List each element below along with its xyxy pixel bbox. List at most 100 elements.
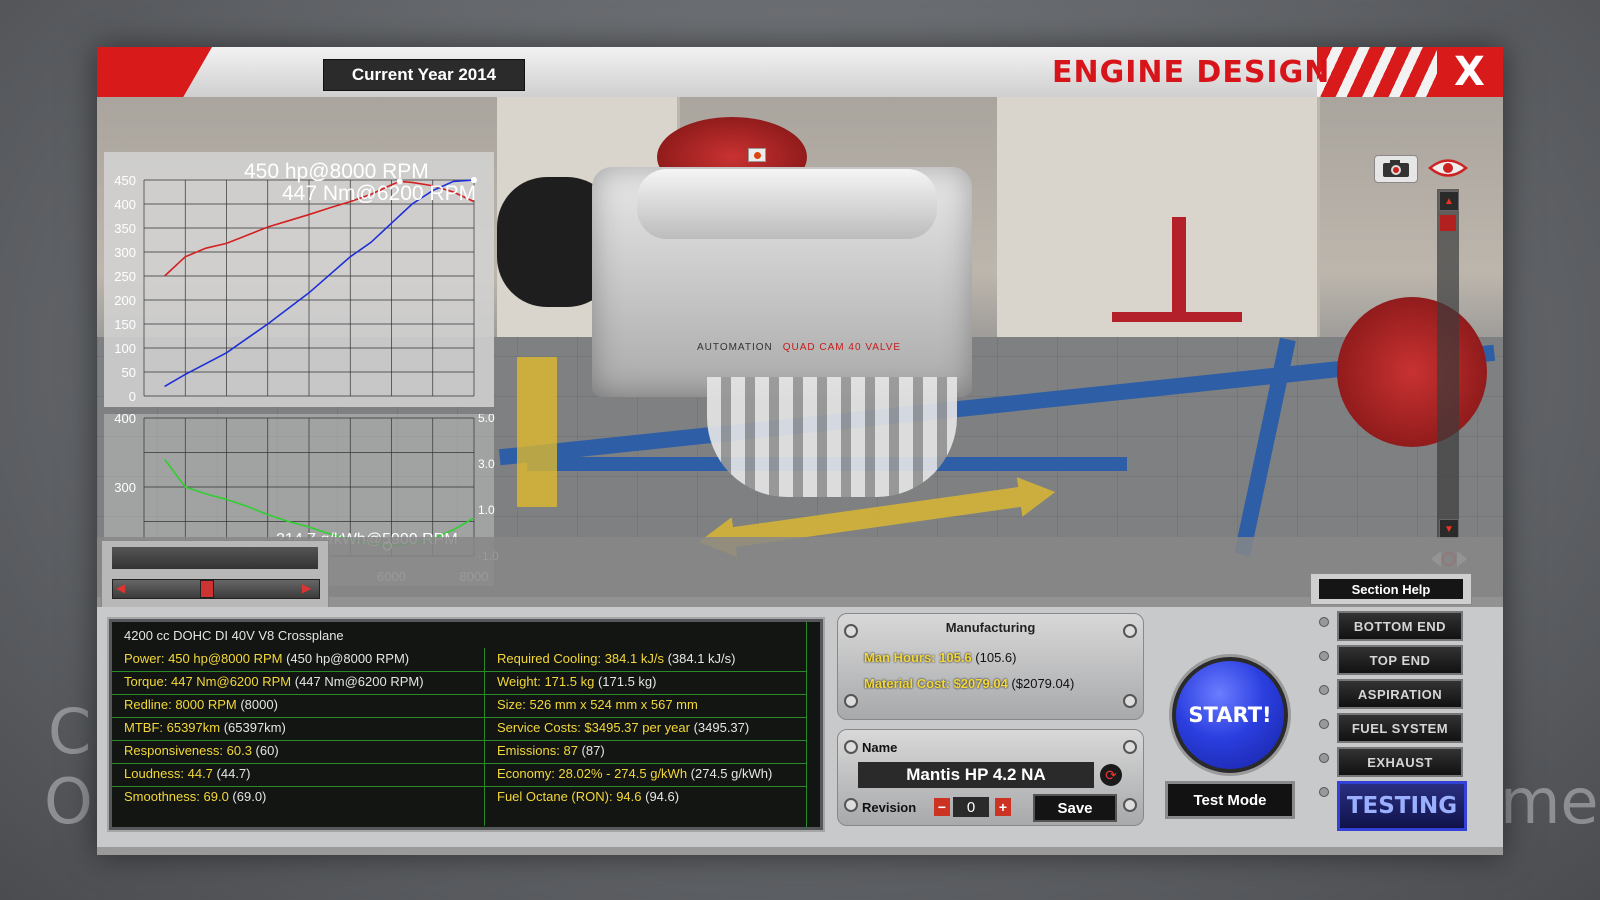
rail-dot [1319,617,1329,627]
stats-row-divider [485,671,806,672]
stat-right-5: Economy: 28.02% - 274.5 g/kWh (274.5 g/k… [497,766,772,781]
screw [844,798,858,812]
stats-row-divider [485,786,806,787]
background-text-right: me [1500,765,1599,838]
stat-value: 171.5 kg [544,674,595,689]
section-help-button[interactable]: Section Help [1319,579,1463,599]
screw [1123,624,1137,638]
stat-label: Service Costs: [497,720,585,735]
engine-cover-label-red: QUAD CAM 40 VALVE [782,342,902,353]
camera-icon-glyph [1383,160,1409,177]
nav-exhaust[interactable]: EXHAUST [1337,747,1463,777]
screw [1123,694,1137,708]
engine-cover-label: AUTOMATION QUAD CAM 40 VALVE [697,342,901,353]
zoom-in-arrow-icon[interactable]: ▲ [1439,191,1459,211]
stats-row-divider [112,717,484,718]
y-tick-label: 150 [114,317,136,332]
screw [1123,740,1137,754]
y-tick-label: 250 [114,269,136,284]
engine-name-field[interactable]: Mantis HP 4.2 NA [858,762,1094,788]
name-label: Name [862,740,898,755]
manufacturing-title: Manufacturing [945,620,1036,635]
slider-right-arrow-icon[interactable]: ▶ [302,581,311,595]
close-button[interactable]: X [1454,49,1485,95]
screw [844,694,858,708]
stat-extra: (3495.37) [689,720,750,735]
material-cost-extra: ($2079.04) [1007,676,1075,691]
stat-extra: (171.5 kg) [594,674,657,689]
save-button[interactable]: Save [1033,794,1117,822]
y-tick-label: 400 [114,414,136,426]
rail-dot [1319,685,1329,695]
stats-row-divider [485,763,806,764]
stat-left-5: Loudness: 44.7 (44.7) [124,766,251,781]
nav-fuel-system[interactable]: FUEL SYSTEM [1337,713,1463,743]
zoom-scrollbar[interactable]: ▲ ▼ [1437,189,1459,539]
camera-position-marker[interactable] [748,148,766,162]
reset-name-icon[interactable]: ⟳ [1100,764,1122,786]
engine-3d-viewport[interactable]: AUTOMATION QUAD CAM 40 VALVE ▲ ▼ 450 400 35… [97,97,1503,597]
slider-left-arrow-icon[interactable]: ◀ [116,581,125,595]
current-year-label: Current Year 2014 [323,59,525,91]
eye-icon[interactable] [1427,155,1469,181]
stat-label: MTBF: [124,720,167,735]
stat-label: Smoothness: [124,789,204,804]
bottom-edge [97,847,1503,855]
stat-label: Power: [124,651,169,666]
start-button[interactable]: START! [1172,657,1288,773]
nav-bottom-end[interactable]: BOTTOM END [1337,611,1463,641]
stat-extra: (94.6) [641,789,680,804]
nav-top-end[interactable]: TOP END [1337,645,1463,675]
revision-label: Revision [862,800,917,815]
screw [1123,798,1137,812]
stat-extra: (274.5 g/kWh) [687,766,773,781]
stat-extra: (450 hp@8000 RPM) [282,651,410,666]
stat-label: Required Cooling: [497,651,605,666]
torque-peak-marker [396,178,403,185]
test-mode-button[interactable]: Test Mode [1165,781,1295,819]
man-hours-value: 105.6 [939,650,972,665]
y-tick-label: 350 [114,221,136,236]
man-hours-extra: (105.6) [971,650,1017,665]
material-cost: Material Cost: $2079.04 ($2079.04) [864,676,1074,691]
stat-value: 28.02% - 274.5 g/kWh [558,766,688,781]
exhaust-headers [707,377,957,497]
stat-extra: (447 Nm@6200 RPM) [291,674,424,689]
slider-track[interactable] [112,579,320,599]
intake-plenum [637,169,937,239]
stat-value: 447 Nm@6200 RPM [170,674,292,689]
timeline-slider[interactable]: ◀ ▶ [101,540,329,612]
stat-value: 384.1 kJ/s [604,651,664,666]
right-tick-label: 1.0 [478,503,495,517]
zoom-out-arrow-icon[interactable]: ▼ [1439,519,1459,539]
stat-extra: (87) [577,743,605,758]
stat-label: Emissions: [497,743,564,758]
engine-stand-base [1112,312,1242,322]
stat-left-4: Responsiveness: 60.3 (60) [124,743,279,758]
material-cost-label: Material Cost: [864,676,954,691]
stat-label: Size: [497,697,530,712]
section-help-panel: Section Help [1310,573,1472,605]
nav-testing[interactable]: TESTING [1337,781,1467,831]
engine-stats-panel: 4200 cc DOHC DI 40V V8 Crossplane Power:… [109,619,823,830]
rotate-arrow [517,357,557,507]
nav-aspiration[interactable]: ASPIRATION [1337,679,1463,709]
stat-label: Responsiveness: [124,743,227,758]
revision-increment-button[interactable]: + [995,798,1011,816]
y-tick-label: 200 [114,293,136,308]
stat-value: 450 hp@8000 RPM [168,651,283,666]
wall-panel [997,97,1320,337]
name-panel: Name Mantis HP 4.2 NA ⟳ Revision − 0 + S… [837,729,1144,826]
slider-knob[interactable] [200,580,214,598]
stat-extra: (8000) [236,697,278,712]
stat-label: Weight: [497,674,545,689]
stat-label: Economy: [497,766,559,781]
zoom-thumb[interactable] [1440,215,1456,231]
manufacturing-panel: Manufacturing Man Hours: 105.6 (105.6) M… [837,613,1144,720]
revision-decrement-button[interactable]: − [934,798,950,816]
rail-dot [1319,719,1329,729]
y-tick-label: 400 [114,197,136,212]
stats-row-divider [112,763,484,764]
camera-icon[interactable] [1374,155,1418,183]
stat-label: Redline: [124,697,176,712]
